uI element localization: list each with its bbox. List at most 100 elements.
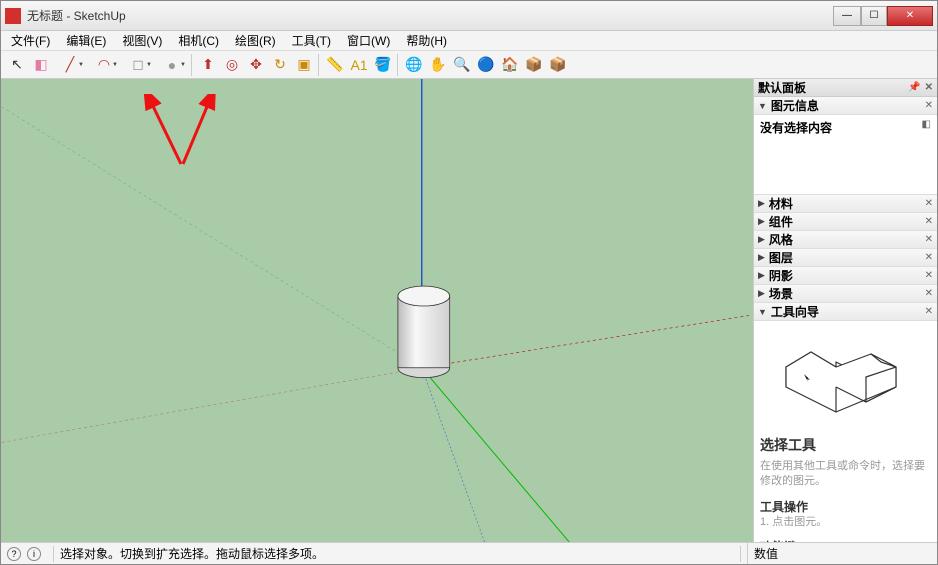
extension-tool-icon: 📦 [525,56,542,73]
menu-item[interactable]: 工具(T) [286,30,337,51]
tray-close-icon[interactable]: ✕ [925,82,933,93]
titlebar: 无标题 - SketchUp — ☐ ✕ [1,1,937,31]
menu-item[interactable]: 视图(V) [116,30,168,51]
toolbar: ↖ ◧ ╱ ◠ ◻● ⬆ ◎ ✥ ↻ ▣ 📏A1🪣 🌐✋🔍🔵 🏠 📦📦 [1,51,937,79]
info-icon[interactable]: i [27,547,41,561]
tape-tool[interactable]: 📏 [323,53,347,77]
separator [397,54,400,76]
statusbar: ? i 选择对象。切换到扩充选择。拖动鼠标选择多项。 数值 [1,542,937,564]
instructor-desc: 在使用其他工具或命令时，选择要修改的图元。 [760,459,931,490]
panel-section-header[interactable]: ▶ 阴影✕ [754,267,937,285]
close-icon[interactable]: ✕ [925,270,933,281]
tray-header-icons: 📌 ✕ [908,82,933,93]
maximize-button[interactable]: ☐ [861,6,887,26]
minimize-button[interactable]: — [833,6,861,26]
eraser-tool-icon: ◧ [34,56,47,73]
close-icon[interactable]: ✕ [925,306,933,317]
arc-tool-icon: ◠ [98,56,110,73]
entity-info-text: 没有选择内容 [760,119,832,136]
pushpull-tool-icon: ⬆ [202,56,214,73]
panel-section-label: 风格 [769,231,925,248]
entity-info-icon[interactable]: ◧ [922,119,931,130]
zoom-extents-tool-icon: 🔵 [477,56,494,73]
offset-tool-icon: ◎ [226,56,238,73]
panel-section-label: 阴影 [769,267,925,284]
instructor-op-1: 1. 点击图元。 [760,515,931,530]
status-hint: 选择对象。切换到扩充选择。拖动鼠标选择多项。 [60,545,734,562]
eraser-tool[interactable]: ◧ [29,53,53,77]
extension-tool[interactable]: 📦 [522,53,546,77]
cylinder-shape [398,286,450,378]
separator [740,546,741,562]
panel-section-label: 组件 [769,213,925,230]
entity-info-title: 图元信息 [771,97,925,114]
side-panel: 默认面板 📌 ✕ ▼ 图元信息 ✕ 没有选择内容 ◧ ▶材料✕▶组件✕▶风格✕▶… [753,79,937,542]
instructor-tool-name: 选择工具 [760,435,931,455]
window-title: 无标题 - SketchUp [27,7,833,24]
viewport[interactable] [1,79,753,542]
entity-info-header[interactable]: ▼ 图元信息 ✕ [754,97,937,115]
chevron-right-icon: ▶ [758,252,765,263]
close-icon[interactable]: ✕ [925,252,933,263]
shape-tool[interactable]: ◻ [121,53,155,77]
select-tool[interactable]: ↖ [5,53,29,77]
close-icon[interactable]: ✕ [925,216,933,227]
orbit-tool[interactable]: 🌐 [402,53,426,77]
scale-tool[interactable]: ▣ [292,53,316,77]
menubar: 文件(F)编辑(E)视图(V)相机(C)绘图(R)工具(T)窗口(W)帮助(H) [1,31,937,51]
menu-item[interactable]: 帮助(H) [400,30,453,51]
menu-item[interactable]: 窗口(W) [341,30,396,51]
line-tool-icon: ╱ [66,56,74,73]
rotate-tool[interactable]: ↻ [268,53,292,77]
panel-section-header[interactable]: ▶ 图层✕ [754,249,937,267]
paint-tool[interactable]: 🪣 [371,53,395,77]
close-icon[interactable]: ✕ [925,100,933,111]
separator [318,54,321,76]
panel-sections: ▶材料✕▶组件✕▶风格✕▶图层✕▶阴影✕▶场景✕ [754,195,937,303]
panel-section-header[interactable]: ▶场景✕ [754,285,937,303]
circle-tool[interactable]: ● [155,53,189,77]
panel-section-label: 图层 [769,249,925,266]
chevron-right-icon: ▶ [758,270,765,281]
zoom-tool[interactable]: 🔍 [450,53,474,77]
zoom-extents-tool[interactable]: 🔵 [474,53,498,77]
menu-item[interactable]: 绘图(R) [229,30,282,51]
tray-header[interactable]: 默认面板 📌 ✕ [754,79,937,97]
pin-icon[interactable]: 📌 [908,82,920,93]
panel-section-label: 材料 [769,195,925,212]
instructor-op-title: 工具操作 [760,498,931,515]
close-button[interactable]: ✕ [887,6,933,26]
warehouse-tool-icon: 🏠 [501,56,518,73]
chevron-right-icon: ▶ [758,234,765,245]
arc-tool[interactable]: ◠ [87,53,121,77]
instructor-header[interactable]: ▼ 工具向导 ✕ [754,303,937,321]
ext-warehouse-tool[interactable]: 📦 [546,53,570,77]
text-tool[interactable]: A1 [347,53,371,77]
offset-tool[interactable]: ◎ [220,53,244,77]
paint-tool-icon: 🪣 [374,56,391,73]
help-icon[interactable]: ? [7,547,21,561]
tray-title: 默认面板 [758,79,806,96]
menu-item[interactable]: 编辑(E) [60,30,112,51]
panel-section-header[interactable]: ▶组件✕ [754,213,937,231]
orbit-tool-icon: 🌐 [405,56,422,73]
instructor-title: 工具向导 [771,303,925,320]
rotate-tool-icon: ↻ [274,56,286,73]
separator [191,54,194,76]
close-icon[interactable]: ✕ [925,288,933,299]
warehouse-tool[interactable]: 🏠 [498,53,522,77]
pan-tool[interactable]: ✋ [426,53,450,77]
vcb-label: 数值 [747,543,931,564]
panel-section-header[interactable]: ▶ 风格✕ [754,231,937,249]
menu-item[interactable]: 相机(C) [172,30,225,51]
pushpull-tool[interactable]: ⬆ [196,53,220,77]
panel-section-header[interactable]: ▶材料✕ [754,195,937,213]
menu-item[interactable]: 文件(F) [5,30,56,51]
scale-tool-icon: ▣ [297,56,310,73]
move-tool[interactable]: ✥ [244,53,268,77]
close-icon[interactable]: ✕ [925,234,933,245]
instructor-image [760,327,931,427]
chevron-right-icon: ▶ [758,288,765,299]
line-tool[interactable]: ╱ [53,53,87,77]
close-icon[interactable]: ✕ [925,198,933,209]
